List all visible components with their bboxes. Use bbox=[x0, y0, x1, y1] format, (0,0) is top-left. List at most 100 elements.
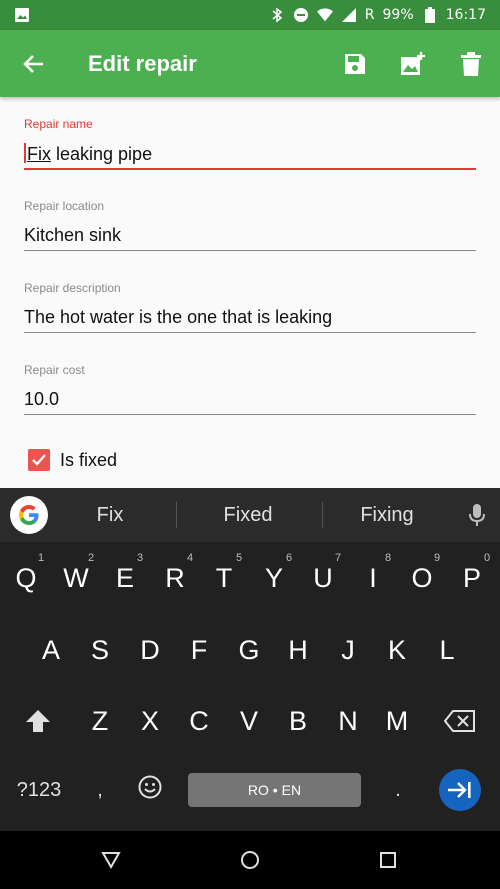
repair-location-field[interactable]: Repair location Kitchen sink bbox=[24, 179, 476, 261]
key-a[interactable]: A bbox=[27, 630, 75, 670]
key-c[interactable]: C bbox=[175, 701, 223, 741]
repair-name-rest: leaking pipe bbox=[51, 144, 153, 164]
nav-back-button[interactable] bbox=[96, 845, 126, 875]
suggestion-1[interactable]: Fix bbox=[60, 488, 160, 542]
key-hint: 4 bbox=[187, 552, 194, 564]
navigation-bar bbox=[0, 831, 500, 889]
suggestion-divider bbox=[176, 502, 177, 528]
key-t[interactable]: T bbox=[200, 558, 248, 598]
text-cursor bbox=[24, 143, 26, 163]
suggestion-3[interactable]: Fixing bbox=[337, 488, 437, 542]
key-hint: 1 bbox=[38, 552, 45, 564]
repair-location-underline bbox=[24, 250, 476, 251]
key-hint: 0 bbox=[484, 552, 491, 564]
repair-form: Repair name Fix leaking pipe Repair loca… bbox=[24, 97, 476, 471]
is-fixed-checkbox[interactable] bbox=[28, 449, 50, 471]
app-bar: Edit repair bbox=[0, 30, 500, 97]
repair-location-input[interactable]: Kitchen sink bbox=[24, 225, 476, 246]
nav-recents-button[interactable] bbox=[373, 845, 403, 875]
key-hint: 9 bbox=[434, 552, 441, 564]
key-d[interactable]: D bbox=[126, 630, 174, 670]
key-u[interactable]: U bbox=[299, 558, 347, 598]
key-p[interactable]: P bbox=[448, 558, 496, 598]
key-w[interactable]: W bbox=[52, 558, 100, 598]
symbols-key[interactable]: ?123 bbox=[8, 773, 70, 807]
key-hint: 7 bbox=[335, 552, 342, 564]
key-q[interactable]: Q bbox=[2, 558, 50, 598]
microphone-icon[interactable] bbox=[464, 502, 490, 528]
do-not-disturb-icon bbox=[293, 7, 309, 23]
clock: 16:17 bbox=[445, 7, 486, 23]
key-hint: 3 bbox=[137, 552, 144, 564]
key-e[interactable]: E bbox=[101, 558, 149, 598]
repair-description-input[interactable]: The hot water is the one that is leaking bbox=[24, 307, 476, 328]
comma-key[interactable]: , bbox=[80, 773, 120, 807]
repair-description-field[interactable]: Repair description The hot water is the … bbox=[24, 261, 476, 343]
key-j[interactable]: J bbox=[324, 630, 372, 670]
repair-cost-underline bbox=[24, 414, 476, 415]
key-i[interactable]: I bbox=[349, 558, 397, 598]
back-button[interactable] bbox=[0, 30, 68, 97]
key-s[interactable]: S bbox=[76, 630, 124, 670]
repair-location-label: Repair location bbox=[24, 199, 105, 213]
repair-name-underline bbox=[24, 168, 476, 170]
key-m[interactable]: M bbox=[373, 701, 421, 741]
repair-name-field[interactable]: Repair name Fix leaking pipe bbox=[24, 97, 476, 179]
emoji-icon bbox=[138, 775, 162, 799]
composing-word: Fix bbox=[27, 144, 51, 164]
key-n[interactable]: N bbox=[324, 701, 372, 741]
emoji-key[interactable] bbox=[130, 770, 170, 804]
google-logo-icon bbox=[19, 505, 39, 525]
suggestion-2[interactable]: Fixed bbox=[198, 488, 298, 542]
battery-percent: 99% bbox=[382, 7, 414, 23]
repair-name-input[interactable]: Fix leaking pipe bbox=[24, 143, 476, 165]
key-r[interactable]: R bbox=[151, 558, 199, 598]
google-logo-button[interactable] bbox=[10, 496, 48, 534]
key-hint: 5 bbox=[236, 552, 243, 564]
key-x[interactable]: X bbox=[126, 701, 174, 741]
key-v[interactable]: V bbox=[225, 701, 273, 741]
backspace-icon bbox=[444, 710, 475, 732]
shift-icon bbox=[26, 710, 50, 732]
next-field-key[interactable] bbox=[439, 769, 481, 811]
key-hint: 2 bbox=[88, 552, 95, 564]
key-k[interactable]: K bbox=[373, 630, 421, 670]
key-b[interactable]: B bbox=[274, 701, 322, 741]
is-fixed-row[interactable]: Is fixed bbox=[28, 449, 117, 471]
key-z[interactable]: Z bbox=[76, 701, 124, 741]
save-button[interactable] bbox=[326, 30, 384, 97]
key-f[interactable]: F bbox=[175, 630, 223, 670]
repair-cost-label: Repair cost bbox=[24, 363, 85, 377]
suggestion-bar: Fix Fixed Fixing bbox=[0, 488, 500, 542]
status-bar: R 99% 16:17 bbox=[0, 0, 500, 30]
backspace-key[interactable] bbox=[434, 701, 486, 741]
key-l[interactable]: L bbox=[423, 630, 471, 670]
shift-key[interactable] bbox=[14, 701, 62, 741]
battery-icon bbox=[422, 7, 438, 23]
check-icon bbox=[32, 454, 46, 466]
nav-home-icon bbox=[241, 851, 259, 869]
key-g[interactable]: G bbox=[225, 630, 273, 670]
key-h[interactable]: H bbox=[274, 630, 322, 670]
bluetooth-icon bbox=[269, 7, 285, 23]
repair-description-underline bbox=[24, 332, 476, 333]
repair-cost-input[interactable]: 10.0 bbox=[24, 389, 476, 410]
key-o[interactable]: O bbox=[398, 558, 446, 598]
suggestion-divider bbox=[322, 502, 323, 528]
delete-button[interactable] bbox=[442, 30, 500, 97]
nav-home-button[interactable] bbox=[235, 845, 265, 875]
repair-cost-field[interactable]: Repair cost 10.0 bbox=[24, 343, 476, 425]
key-y[interactable]: Y bbox=[250, 558, 298, 598]
add-photo-icon bbox=[401, 51, 425, 75]
signal-icon bbox=[341, 7, 357, 23]
key-hint: 8 bbox=[385, 552, 392, 564]
space-key[interactable]: RO • EN bbox=[188, 773, 361, 807]
wifi-icon bbox=[316, 7, 333, 23]
repair-name-label: Repair name bbox=[24, 117, 93, 131]
period-key[interactable]: . bbox=[378, 773, 418, 807]
nav-recents-icon bbox=[380, 852, 396, 868]
tab-next-icon bbox=[448, 782, 471, 798]
add-photo-button[interactable] bbox=[384, 30, 442, 97]
image-icon bbox=[14, 7, 30, 23]
key-hint: 6 bbox=[286, 552, 293, 564]
